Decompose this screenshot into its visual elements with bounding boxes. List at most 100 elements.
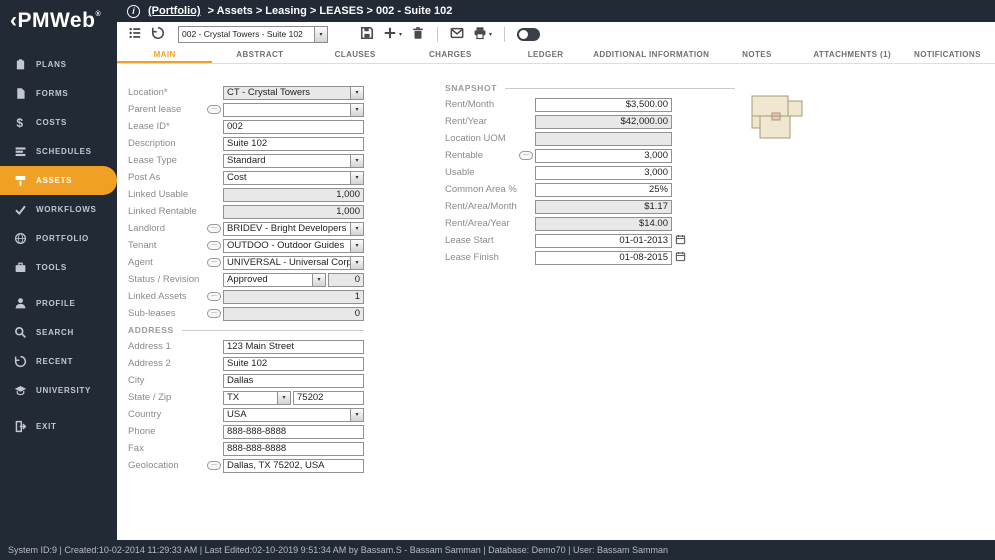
sidebar-item-university[interactable]: UNIVERSITY: [0, 376, 117, 405]
sidebar-item-recent[interactable]: RECENT: [0, 347, 117, 376]
field-label: Tenant: [128, 240, 207, 251]
lease-start-input[interactable]: [535, 234, 672, 248]
form-row: Rent/Year: [445, 113, 735, 130]
chevron-down-icon: ▾: [312, 274, 325, 286]
tab-charges[interactable]: CHARGES: [403, 46, 498, 63]
tab-clauses[interactable]: CLAUSES: [308, 46, 403, 63]
tenant-select[interactable]: OUTDOO - Outdoor Guides ▾: [223, 239, 364, 253]
chevron-down-icon: ▾: [350, 223, 363, 235]
tab-notes[interactable]: NOTES: [709, 46, 804, 63]
field-label: Country: [128, 409, 207, 420]
lease-start-calendar-button[interactable]: [675, 233, 686, 248]
save-button[interactable]: [360, 26, 374, 43]
status-select[interactable]: Approved ▾: [223, 273, 326, 287]
delete-button[interactable]: [411, 26, 425, 43]
lease-finish-calendar-button[interactable]: [675, 250, 686, 265]
rentable-input[interactable]: [535, 149, 672, 163]
sidebar-item-profile[interactable]: PROFILE: [0, 289, 117, 318]
toolbar-separator: [504, 27, 505, 42]
sidebar-item-schedules[interactable]: SCHEDULES: [0, 137, 117, 166]
rentable-lookup-button[interactable]: ...: [519, 151, 533, 160]
sidebar-item-forms[interactable]: FORMS: [0, 79, 117, 108]
tab-attachments[interactable]: ATTACHMENTS (1): [805, 46, 900, 63]
record-selector[interactable]: 002 - Crystal Towers - Suite 102 ▾: [178, 26, 328, 43]
profile-icon: [13, 297, 27, 311]
geolocation-input[interactable]: [223, 459, 364, 473]
parent-lease-lookup-button[interactable]: ...: [207, 105, 221, 114]
field-label: Post As: [128, 172, 207, 183]
field-label: Location UOM: [445, 133, 519, 144]
sidebar-item-assets[interactable]: ASSETS: [0, 166, 117, 195]
tab-main[interactable]: MAIN: [117, 46, 212, 63]
agent-lookup-button[interactable]: ...: [207, 258, 221, 267]
field-label: City: [128, 375, 207, 386]
common-area-input[interactable]: [535, 183, 672, 197]
printer-icon: [473, 26, 487, 43]
rent-area-month-field: [535, 200, 672, 214]
sidebar-item-plans[interactable]: PLANS: [0, 50, 117, 79]
print-button[interactable]: ▾: [473, 26, 492, 43]
floor-plan-thumbnail[interactable]: [748, 93, 810, 143]
field-label: Phone: [128, 426, 207, 437]
tab-bar: MAIN ABSTRACT CLAUSES CHARGES LEDGER ADD…: [117, 46, 995, 64]
zip-input[interactable]: [293, 391, 364, 405]
lease-type-select[interactable]: Standard ▾: [223, 154, 364, 168]
chevron-down-icon: ▾: [399, 31, 402, 38]
tenant-lookup-button[interactable]: ...: [207, 241, 221, 250]
field-label: Linked Assets: [128, 291, 207, 302]
university-icon: [13, 384, 27, 398]
address1-input[interactable]: [223, 340, 364, 354]
info-icon: i: [127, 5, 140, 18]
pmweb-logo[interactable]: ‹PMWeb ®: [0, 0, 117, 50]
costs-icon: $: [13, 116, 27, 130]
city-input[interactable]: [223, 374, 364, 388]
post-as-select[interactable]: Cost ▾: [223, 171, 364, 185]
usable-input[interactable]: [535, 166, 672, 180]
phone-input[interactable]: [223, 425, 364, 439]
toggle-switch[interactable]: [517, 28, 540, 41]
form-row: Common Area %: [445, 181, 735, 198]
agent-select[interactable]: UNIVERSAL - Universal Corporation ▾: [223, 256, 364, 270]
lease-finish-input[interactable]: [535, 251, 672, 265]
state-select[interactable]: TX ▾: [223, 391, 291, 405]
tab-abstract[interactable]: ABSTRACT: [212, 46, 307, 63]
sidebar-item-search[interactable]: SEARCH: [0, 318, 117, 347]
lease-form: Location* CT - Crystal Towers ▾ Parent l…: [117, 65, 995, 540]
tab-notifications[interactable]: NOTIFICATIONS: [900, 46, 995, 63]
linked-usable-field: [223, 188, 364, 202]
rent-month-input[interactable]: [535, 98, 672, 112]
form-row: Lease Type Standard ▾: [128, 152, 364, 169]
linked-assets-lookup-button[interactable]: ...: [207, 292, 221, 301]
form-row: Agent ... UNIVERSAL - Universal Corporat…: [128, 254, 364, 271]
field-label: Rentable: [445, 150, 519, 161]
lease-id-input[interactable]: [223, 120, 364, 134]
geolocation-lookup-button[interactable]: ...: [207, 461, 221, 470]
form-row: Linked Usable: [128, 186, 364, 203]
sidebar-item-exit[interactable]: EXIT: [0, 412, 117, 441]
form-row: Phone: [128, 423, 364, 440]
history-button[interactable]: [151, 26, 165, 43]
location-select[interactable]: CT - Crystal Towers ▾: [223, 86, 364, 100]
field-label: Address 2: [128, 358, 207, 369]
sub-leases-lookup-button[interactable]: ...: [207, 309, 221, 318]
form-row: Usable: [445, 164, 735, 181]
email-button[interactable]: [450, 26, 464, 43]
chevron-down-icon: ▾: [489, 31, 492, 38]
sidebar-item-costs[interactable]: $ COSTS: [0, 108, 117, 137]
sidebar-item-portfolio[interactable]: PORTFOLIO: [0, 224, 117, 253]
list-view-button[interactable]: [128, 26, 142, 43]
tab-ledger[interactable]: LEDGER: [498, 46, 593, 63]
country-select[interactable]: USA ▾: [223, 408, 364, 422]
sidebar-item-tools[interactable]: TOOLS: [0, 253, 117, 282]
address-section-header: ADDRESS: [128, 322, 364, 338]
address2-input[interactable]: [223, 357, 364, 371]
sidebar-item-workflows[interactable]: WORKFLOWS: [0, 195, 117, 224]
fax-input[interactable]: [223, 442, 364, 456]
description-input[interactable]: [223, 137, 364, 151]
tab-additional-information[interactable]: ADDITIONAL INFORMATION: [593, 46, 709, 63]
add-button[interactable]: ▾: [383, 26, 402, 43]
breadcrumb-portfolio-link[interactable]: (Portfolio): [148, 5, 201, 17]
parent-lease-select[interactable]: ▾: [223, 103, 364, 117]
landlord-lookup-button[interactable]: ...: [207, 224, 221, 233]
landlord-select[interactable]: BRIDEV - Bright Developers ▾: [223, 222, 364, 236]
